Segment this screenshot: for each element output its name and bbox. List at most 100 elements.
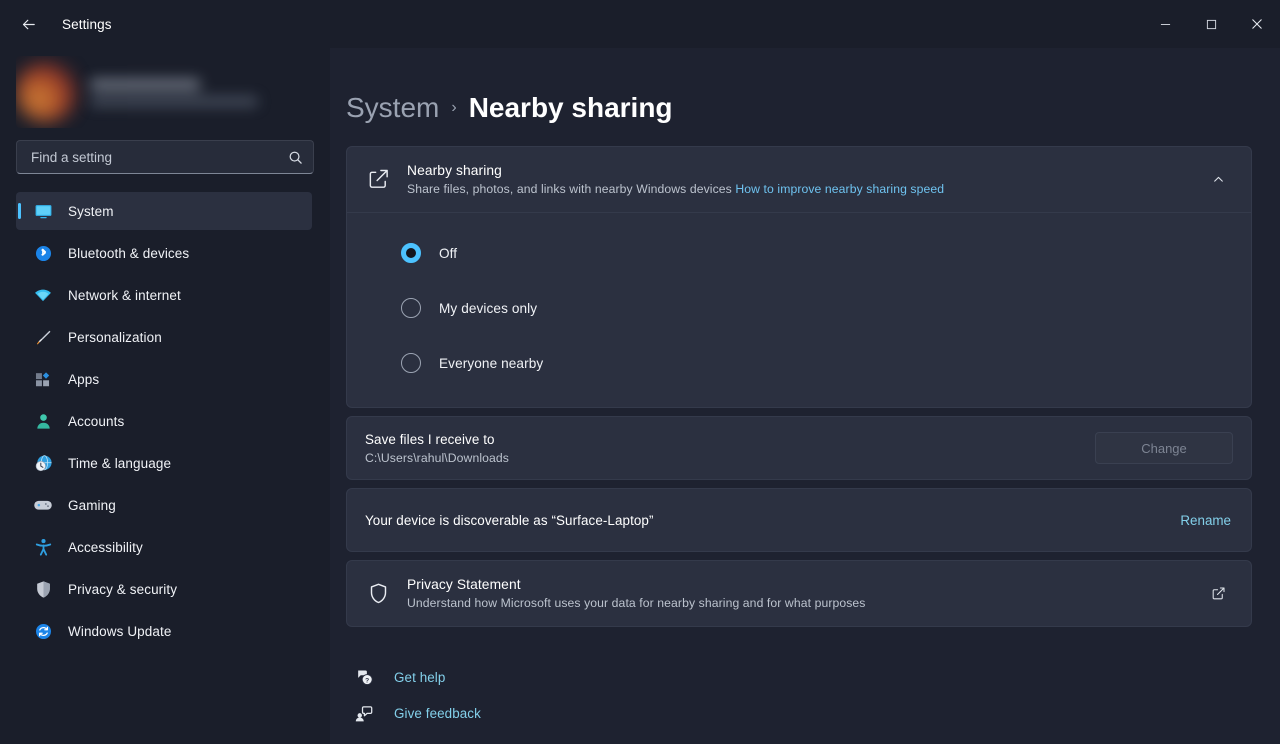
privacy-statement-title: Privacy Statement — [407, 577, 521, 592]
feedback-icon — [354, 703, 374, 723]
maximize-icon — [1206, 19, 1216, 29]
nearby-sharing-options: Off My devices only Everyone nearby — [347, 212, 1251, 407]
sidebar-item-apps[interactable]: Apps — [16, 360, 312, 398]
search-box[interactable] — [16, 140, 314, 174]
sidebar-item-network-internet[interactable]: Network & internet — [16, 276, 312, 314]
close-icon — [1252, 19, 1262, 29]
footer-link-label: Give feedback — [394, 705, 481, 721]
sidebar-item-system[interactable]: System — [16, 192, 312, 230]
paintbrush-icon — [32, 326, 54, 348]
nearby-sharing-description: Share files, photos, and links with near… — [407, 182, 1187, 196]
search-icon — [289, 151, 302, 164]
collapse-toggle-button[interactable] — [1203, 165, 1233, 195]
radio-label: My devices only — [439, 300, 538, 316]
shield-icon — [32, 578, 54, 600]
minimize-icon — [1160, 23, 1170, 25]
settings-window: Settings Find a setting System Bluetooth… — [0, 0, 1280, 744]
nearby-sharing-text: Nearby sharing Share files, photos, and … — [407, 163, 1187, 196]
user-profile[interactable] — [16, 56, 314, 128]
sidebar-item-personalization[interactable]: Personalization — [16, 318, 312, 356]
radio-indicator — [401, 243, 421, 263]
sidebar-item-privacy-security[interactable]: Privacy & security — [16, 570, 312, 608]
title-bar: Settings — [0, 0, 1280, 48]
breadcrumb: System › Nearby sharing — [346, 48, 1252, 146]
sidebar-item-accessibility[interactable]: Accessibility — [16, 528, 312, 566]
sidebar-item-label: Accounts — [68, 413, 125, 429]
footer-link-label: Get help — [394, 669, 446, 685]
clock-globe-icon — [32, 452, 54, 474]
profile-name-obscured — [90, 78, 314, 106]
save-location-card: Save files I receive to C:\Users\rahul\D… — [346, 416, 1252, 480]
chevron-up-icon — [1213, 176, 1223, 182]
wifi-icon — [32, 284, 54, 306]
maximize-button[interactable] — [1188, 0, 1234, 48]
radio-option-off[interactable]: Off — [401, 235, 1233, 271]
footer-links: ? Get help Give feedback — [346, 635, 1252, 744]
privacy-statement-text: Privacy Statement Understand how Microso… — [407, 577, 1187, 610]
bluetooth-icon — [32, 242, 54, 264]
sidebar-item-label: Apps — [68, 371, 100, 387]
person-icon — [32, 410, 54, 432]
radio-label: Everyone nearby — [439, 355, 544, 371]
gamepad-icon — [32, 494, 54, 516]
device-name-row: Your device is discoverable as “Surface-… — [347, 489, 1251, 551]
radio-indicator — [401, 298, 421, 318]
change-button[interactable]: Change — [1095, 432, 1233, 464]
sidebar-item-label: Privacy & security — [68, 581, 178, 597]
radio-option-everyone-nearby[interactable]: Everyone nearby — [401, 345, 1233, 381]
improve-speed-link[interactable]: How to improve nearby sharing speed — [735, 182, 944, 196]
window-body: System Bluetooth & devices — [0, 48, 1280, 744]
search-container — [16, 140, 314, 174]
sidebar-item-accounts[interactable]: Accounts — [16, 402, 312, 440]
save-location-path: C:\Users\rahul\Downloads — [365, 450, 509, 465]
sidebar-item-label: Gaming — [68, 497, 116, 513]
close-button[interactable] — [1234, 0, 1280, 48]
arrow-left-icon — [22, 19, 35, 29]
sidebar-nav: System Bluetooth & devices Network & int… — [0, 192, 314, 654]
radio-option-my-devices-only[interactable]: My devices only — [401, 290, 1233, 326]
rename-button[interactable]: Rename — [1178, 509, 1233, 532]
nearby-sharing-header[interactable]: Nearby sharing Share files, photos, and … — [347, 147, 1251, 212]
device-name-card: Your device is discoverable as “Surface-… — [346, 488, 1252, 552]
svg-text:?: ? — [365, 677, 369, 684]
accessibility-icon — [32, 536, 54, 558]
sidebar-item-label: Personalization — [68, 329, 162, 345]
update-icon — [32, 620, 54, 642]
minimize-button[interactable] — [1142, 0, 1188, 48]
sidebar-item-bluetooth-devices[interactable]: Bluetooth & devices — [16, 234, 312, 272]
sidebar-item-label: Windows Update — [68, 623, 172, 639]
main-content: System › Nearby sharing Nearby sharing S… — [330, 48, 1280, 744]
privacy-statement-row[interactable]: Privacy Statement Understand how Microso… — [347, 561, 1251, 626]
give-feedback-link[interactable]: Give feedback — [346, 695, 491, 731]
back-button[interactable] — [8, 8, 48, 40]
monitor-icon — [32, 200, 54, 222]
sidebar-item-gaming[interactable]: Gaming — [16, 486, 312, 524]
get-help-link[interactable]: ? Get help — [346, 659, 455, 695]
sidebar-item-label: Bluetooth & devices — [68, 245, 190, 261]
nearby-sharing-title: Nearby sharing — [407, 163, 502, 178]
sidebar-item-label: System — [68, 203, 114, 219]
help-icon: ? — [354, 667, 374, 687]
nearby-sharing-card: Nearby sharing Share files, photos, and … — [346, 146, 1252, 408]
shield-outline-icon — [365, 581, 391, 607]
save-location-title: Save files I receive to — [365, 431, 495, 447]
sidebar-item-label: Network & internet — [68, 287, 181, 303]
radio-label: Off — [439, 245, 458, 261]
external-link-button[interactable] — [1203, 579, 1233, 609]
save-location-text: Save files I receive to C:\Users\rahul\D… — [365, 432, 1079, 465]
privacy-statement-card[interactable]: Privacy Statement Understand how Microso… — [346, 560, 1252, 627]
page-title: Nearby sharing — [468, 92, 673, 123]
sidebar-item-time-language[interactable]: Time & language — [16, 444, 312, 482]
sidebar: System Bluetooth & devices — [0, 48, 330, 744]
device-discoverable-text: Your device is discoverable as “Surface-… — [365, 512, 654, 528]
search-input[interactable] — [31, 149, 288, 165]
sidebar-item-windows-update[interactable]: Windows Update — [16, 612, 312, 650]
window-controls — [1142, 0, 1280, 48]
breadcrumb-parent[interactable]: System — [346, 92, 439, 124]
breadcrumb-separator-icon: › — [451, 99, 457, 116]
apps-icon — [32, 368, 54, 390]
share-icon — [365, 167, 391, 193]
external-link-icon — [1212, 587, 1225, 600]
window-title: Settings — [62, 16, 112, 32]
sidebar-item-label: Accessibility — [68, 539, 143, 555]
